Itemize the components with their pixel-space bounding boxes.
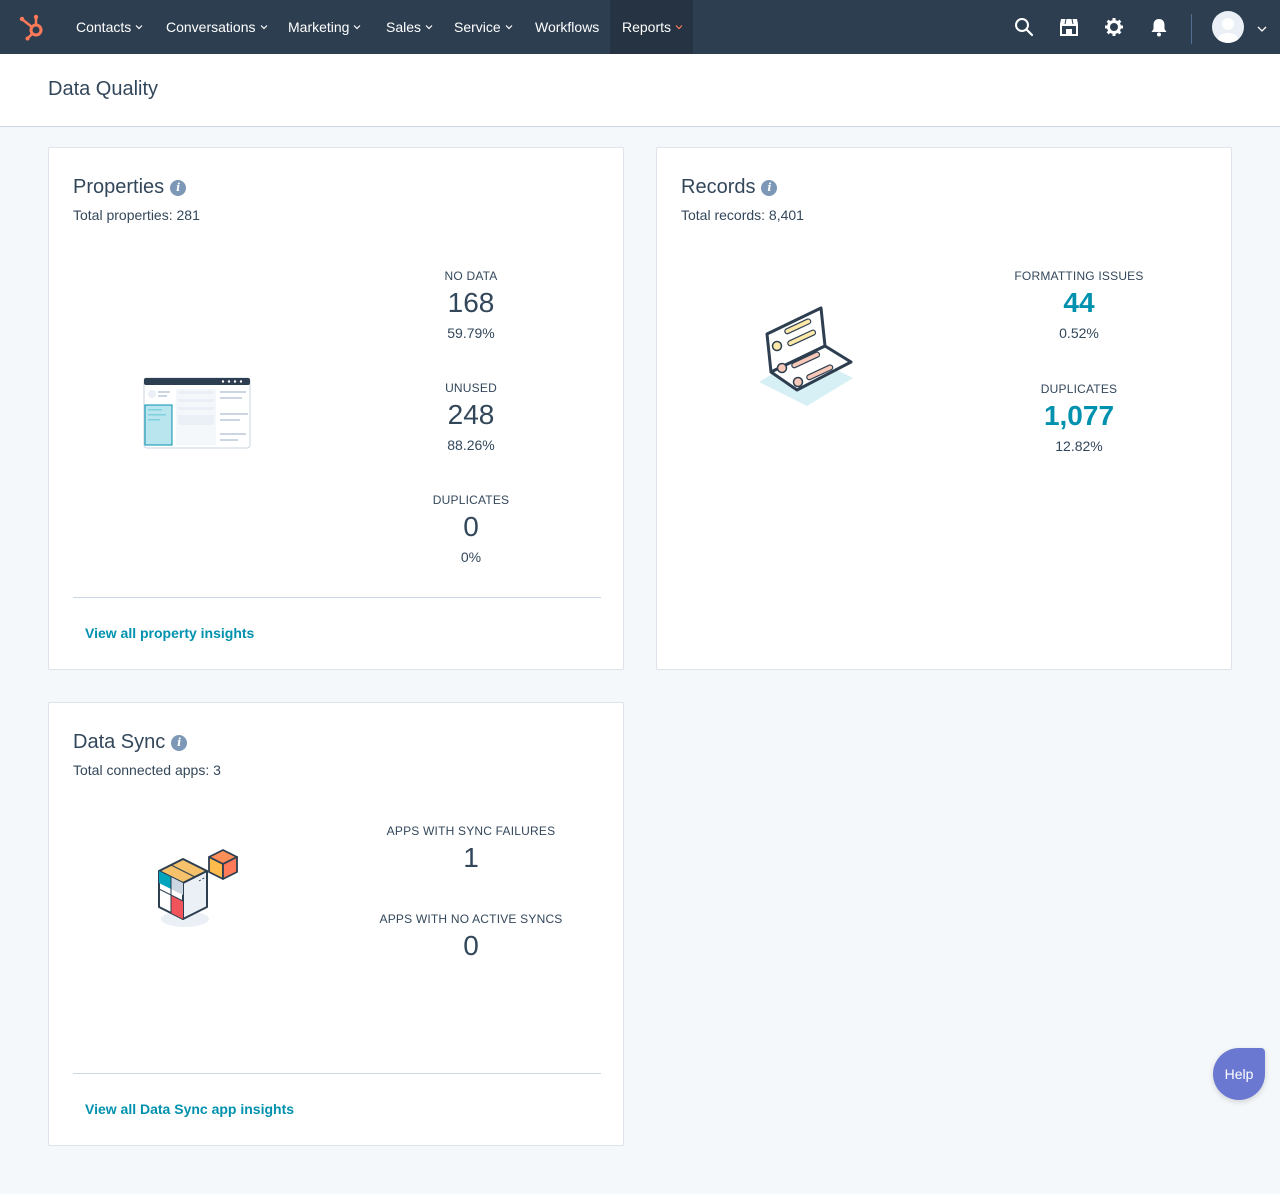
card-divider [73, 1073, 601, 1074]
connected-apps-total: Total connected apps: 3 [73, 762, 221, 778]
metric-label: NO DATA [444, 269, 498, 283]
chevron-down-icon [505, 25, 513, 30]
data-sync-illustration-icon [158, 849, 238, 927]
card-title: Data Sync i [73, 731, 188, 754]
nav-item-contacts[interactable]: Contacts [76, 0, 143, 54]
nav-divider [1191, 14, 1192, 44]
metric-unused: UNUSED 248 88.26% [371, 381, 571, 453]
metric-label: APPS WITH SYNC FAILURES [386, 824, 556, 838]
nav-item-reports[interactable]: Reports [610, 0, 693, 54]
metric-percentage: 88.26% [447, 437, 495, 453]
nav-item-label: Reports [622, 19, 672, 35]
properties-illustration-icon [143, 377, 251, 449]
info-icon[interactable]: i [170, 180, 187, 196]
metric-value: 1 [463, 842, 479, 873]
nav-item-conversations[interactable]: Conversations [166, 0, 268, 54]
page-title: Data Quality [48, 78, 159, 100]
nav-item-label: Service [454, 19, 501, 35]
records-title: Records [681, 176, 756, 198]
metric-percentage: 0% [460, 549, 482, 565]
card-title: Records i [681, 176, 778, 199]
metric-label: DUPLICATES [432, 493, 510, 507]
top-navigation: Contacts Conversations Marketing Sales S… [0, 0, 1280, 54]
metric-label: DUPLICATES [1040, 382, 1118, 396]
chevron-down-icon [675, 25, 683, 30]
metric-value[interactable]: 44 [979, 287, 1179, 319]
nav-item-label: Sales [386, 19, 422, 35]
nav-item-label: Marketing [288, 19, 350, 35]
page-header: Data Quality [0, 54, 1280, 127]
metric-value: 0 [463, 511, 479, 542]
user-avatar-icon [1217, 18, 1239, 43]
chevron-down-icon [135, 25, 143, 30]
view-property-insights-link[interactable]: View all property insights [85, 625, 254, 641]
avatar[interactable] [1212, 11, 1244, 43]
chevron-down-icon [425, 25, 433, 30]
metric-no-active-syncs: APPS WITH NO ACTIVE SYNCS 0 [321, 912, 621, 962]
metric-percentage: 12.82% [1055, 438, 1103, 454]
nav-item-sales[interactable]: Sales [386, 0, 433, 54]
metric-value: 168 [447, 287, 495, 318]
nav-item-label: Contacts [76, 19, 132, 35]
properties-card: Properties i Total properties: 281 NO DAT… [48, 147, 624, 670]
records-total: Total records: 8,401 [681, 207, 804, 223]
properties-total: Total properties: 281 [73, 207, 200, 223]
metric-formatting-issues: FORMATTING ISSUES 44 0.52% [979, 269, 1179, 341]
metric-value: 0 [463, 930, 479, 961]
metric-no-data: NO DATA 168 59.79% [371, 269, 571, 341]
marketplace-icon[interactable] [1059, 17, 1079, 37]
settings-icon[interactable] [1104, 17, 1124, 37]
hubspot-logo-icon[interactable] [17, 13, 47, 41]
data-sync-title: Data Sync [73, 731, 166, 753]
properties-title: Properties [73, 176, 165, 198]
card-divider [73, 597, 601, 598]
nav-item-service[interactable]: Service [454, 0, 513, 54]
card-title: Properties i [73, 176, 187, 199]
chevron-down-icon [354, 25, 361, 30]
data-sync-card: Data Sync i Total connected apps: 3 APPS … [48, 702, 624, 1146]
metric-percentage: 0.52% [1059, 325, 1099, 341]
records-card: Records i Total records: 8,401 FORMATTING… [656, 147, 1232, 670]
info-icon[interactable]: i [171, 735, 188, 751]
view-data-sync-insights-link[interactable]: View all Data Sync app insights [85, 1101, 294, 1117]
metric-value: 248 [447, 399, 495, 430]
nav-item-label: Conversations [166, 19, 256, 35]
metric-sync-failures: APPS WITH SYNC FAILURES 1 [321, 824, 621, 874]
metric-percentage: 59.79% [447, 325, 495, 341]
metric-duplicates: DUPLICATES 1,077 12.82% [979, 382, 1179, 454]
nav-item-workflows[interactable]: Workflows [535, 0, 599, 54]
metric-label: APPS WITH NO ACTIVE SYNCS [379, 912, 563, 926]
chevron-down-icon[interactable] [1257, 25, 1267, 33]
chevron-down-icon [260, 25, 267, 30]
info-icon[interactable]: i [761, 180, 778, 196]
nav-item-label: Workflows [535, 19, 600, 35]
help-button[interactable]: Help [1213, 1048, 1265, 1100]
metric-label: FORMATTING ISSUES [1014, 269, 1144, 283]
metric-label: UNUSED [445, 381, 497, 395]
metric-value[interactable]: 1,077 [979, 400, 1179, 432]
search-icon[interactable] [1014, 17, 1034, 37]
nav-item-marketing[interactable]: Marketing [288, 0, 361, 54]
metric-duplicates: DUPLICATES 0 0% [371, 493, 571, 565]
records-illustration-icon [759, 306, 853, 406]
notifications-icon[interactable] [1149, 17, 1169, 37]
